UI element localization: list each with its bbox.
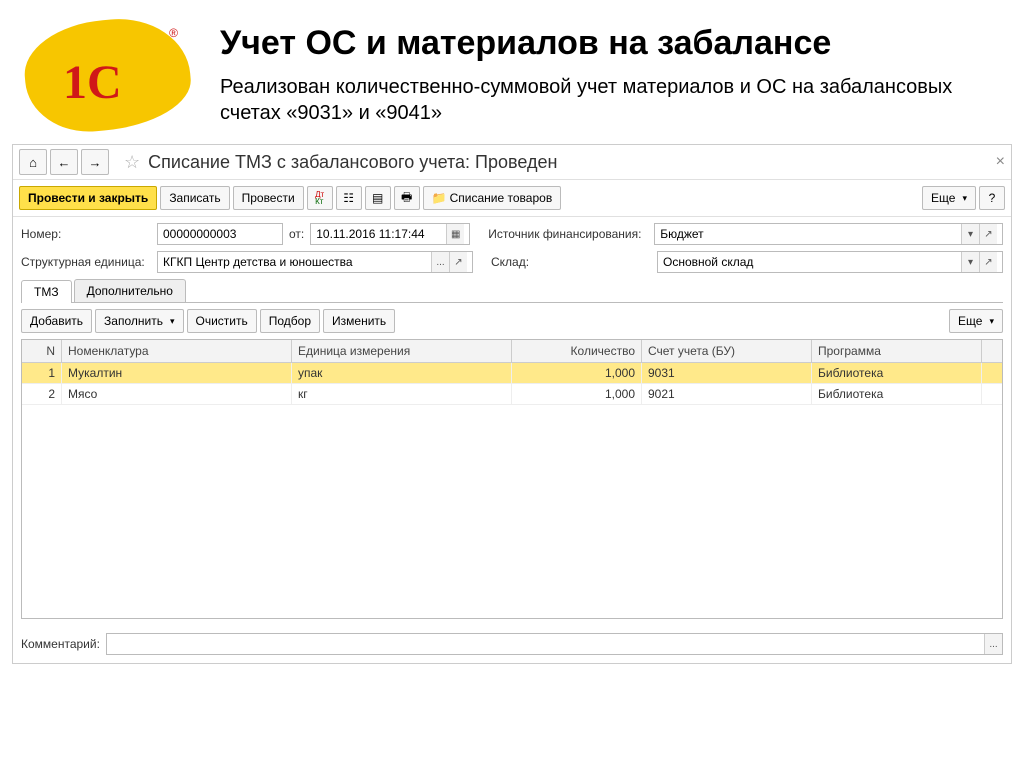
forward-button[interactable]: → [81,149,109,175]
save-button[interactable]: Записать [160,186,229,210]
col-account[interactable]: Счет учета (БУ) [642,340,812,362]
structure-icon[interactable]: ☷ [336,186,362,210]
cell-acc: 9021 [642,384,812,404]
cell-prog: Библиотека [812,363,982,383]
open-icon[interactable]: ↗ [449,252,467,272]
home-button[interactable]: ⌂ [19,149,47,175]
tab-more-button[interactable]: Еще [949,309,1003,333]
source-value: Бюджет [660,227,961,241]
date-value: 10.11.2016 11:17:44 [316,227,446,241]
number-label: Номер: [21,227,151,241]
from-label: от: [289,227,304,241]
table-row[interactable]: 1 Мукалтин упак 1,000 9031 Библиотека [22,363,1002,384]
warehouse-field[interactable]: Основной склад ▾ ↗ [657,251,1003,273]
cell-unit: кг [292,384,512,404]
logo-1c: 1С ® [25,20,190,130]
number-value: 00000000003 [163,227,277,241]
back-button[interactable]: ← [50,149,78,175]
struct-field[interactable]: КГКП Центр детства и юношества ... ↗ [157,251,473,273]
col-unit[interactable]: Единица измерения [292,340,512,362]
struct-label: Структурная единица: [21,255,151,269]
print-icon[interactable]: 🖶 [394,186,420,210]
cell-unit: упак [292,363,512,383]
close-icon[interactable]: × [996,153,1005,171]
col-quantity[interactable]: Количество [512,340,642,362]
struct-value: КГКП Центр детства и юношества [163,255,431,269]
tab-extra[interactable]: Дополнительно [74,279,186,302]
help-button[interactable]: ? [979,186,1005,210]
source-label: Источник финансирования: [488,227,648,241]
tab-toolbar: Добавить Заполнить Очистить Подбор Измен… [21,303,1003,339]
app-window: ⌂ ← → ☆ Списание ТМЗ с забалансового уче… [12,144,1012,664]
source-field[interactable]: Бюджет ▾ ↗ [654,223,1003,245]
logo-text: 1С [63,55,122,110]
col-program[interactable]: Программа [812,340,982,362]
add-button[interactable]: Добавить [21,309,92,333]
cell-n: 2 [22,384,62,404]
pick-button[interactable]: Подбор [260,309,320,333]
warehouse-label: Склад: [491,255,651,269]
clear-button[interactable]: Очистить [187,309,257,333]
dropdown-icon[interactable]: ▾ [961,252,979,272]
goods-writeoff-button[interactable]: 📁 Списание товаров [423,186,562,210]
tabs: ТМЗ Дополнительно [21,279,1003,303]
more-button[interactable]: Еще [922,186,976,210]
table-row[interactable]: 2 Мясо кг 1,000 9021 Библиотека [22,384,1002,405]
ellipsis-icon[interactable]: ... [984,634,1002,654]
nav-bar: ⌂ ← → ☆ Списание ТМЗ с забалансового уче… [13,145,1011,180]
cell-prog: Библиотека [812,384,982,404]
logo-reg: ® [169,26,178,40]
col-nomenclature[interactable]: Номенклатура [62,340,292,362]
ellipsis-icon[interactable]: ... [431,252,449,272]
favorite-star-icon[interactable]: ☆ [124,152,140,173]
cell-nom: Мукалтин [62,363,292,383]
cell-qty: 1,000 [512,363,642,383]
document-title: Списание ТМЗ с забалансового учета: Пров… [148,152,557,173]
dtkt-icon[interactable]: ДтКт [307,186,333,210]
slide-title: Учет ОС и материалов на забалансе [220,25,994,62]
comment-row: Комментарий: ... [13,625,1011,663]
open-icon[interactable]: ↗ [979,252,997,272]
date-field[interactable]: 10.11.2016 11:17:44 ▦ [310,223,470,245]
run-button[interactable]: Провести [233,186,304,210]
comment-label: Комментарий: [21,637,100,651]
main-toolbar: Провести и закрыть Записать Провести ДтК… [13,180,1011,217]
calendar-icon[interactable]: ▦ [446,224,464,244]
number-field[interactable]: 00000000003 [157,223,283,245]
report-icon[interactable]: ▤ [365,186,391,210]
tab-tmz[interactable]: ТМЗ [21,280,72,303]
change-button[interactable]: Изменить [323,309,395,333]
comment-field[interactable]: ... [106,633,1003,655]
run-and-close-button[interactable]: Провести и закрыть [19,186,157,210]
folder-icon: 📁 [432,191,447,205]
slide-subtitle: Реализован количественно-суммовой учет м… [220,74,994,126]
cell-n: 1 [22,363,62,383]
items-grid: N Номенклатура Единица измерения Количес… [21,339,1003,619]
form-area: Номер: 00000000003 от: 10.11.2016 11:17:… [13,217,1011,625]
cell-qty: 1,000 [512,384,642,404]
dropdown-icon[interactable]: ▾ [961,224,979,244]
col-n[interactable]: N [22,340,62,362]
goods-writeoff-label: Списание товаров [450,191,553,205]
cell-nom: Мясо [62,384,292,404]
open-icon[interactable]: ↗ [979,224,997,244]
fill-button[interactable]: Заполнить [95,309,183,333]
grid-header: N Номенклатура Единица измерения Количес… [22,340,1002,363]
warehouse-value: Основной склад [663,255,961,269]
cell-acc: 9031 [642,363,812,383]
